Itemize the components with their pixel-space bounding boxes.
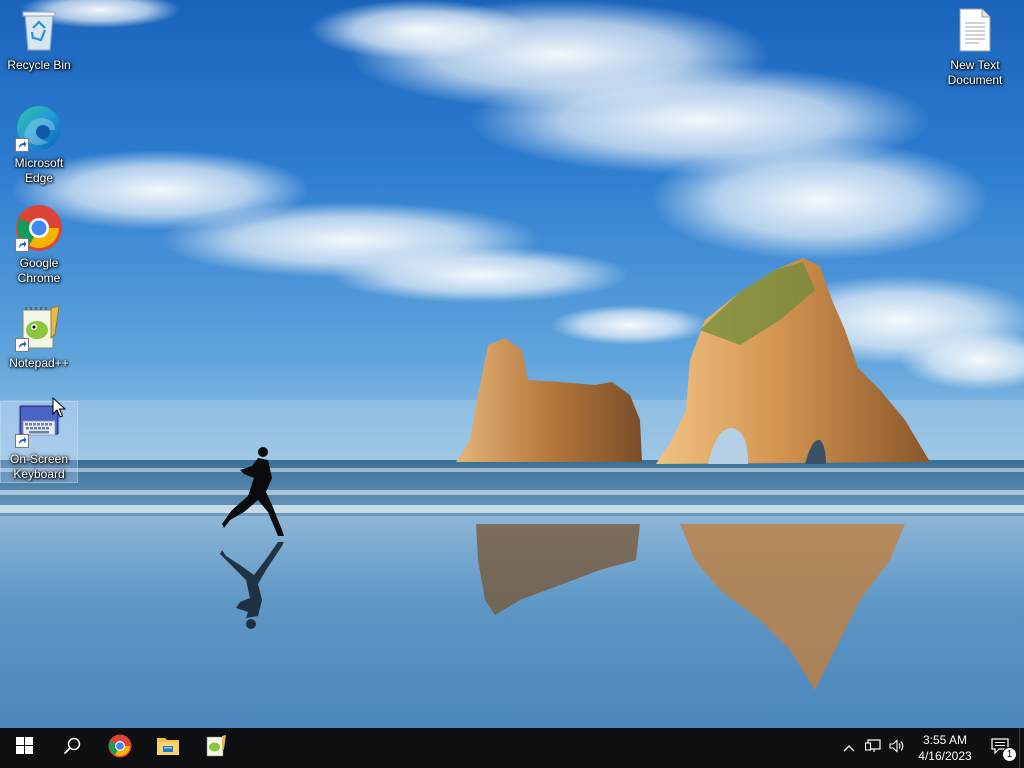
desktop-icon-label: Microsoft Edge [14, 156, 64, 185]
show-desktop-button[interactable] [1019, 728, 1024, 768]
desktop-icon-recycle-bin[interactable]: Recycle Bin [1, 6, 77, 73]
windows-logo-icon [15, 737, 33, 759]
desktop-icon-edge[interactable]: Microsoft Edge [1, 104, 77, 186]
shortcut-arrow-icon [15, 238, 29, 252]
search-icon [63, 737, 81, 760]
start-button[interactable] [0, 728, 48, 768]
chrome-icon [108, 734, 132, 763]
desktop-icon-new-text-document[interactable]: New Text Document [937, 6, 1013, 88]
desktop-icon-label: Google Chrome [17, 256, 61, 285]
notification-count-badge: 1 [1002, 747, 1017, 762]
action-center-button[interactable]: 1 [981, 728, 1019, 768]
volume-button[interactable] [885, 728, 909, 768]
shortcut-arrow-icon [15, 434, 29, 448]
text-document-icon [951, 6, 999, 54]
volume-icon [889, 738, 905, 758]
desktop-icon-label: New Text Document [947, 58, 1003, 87]
notepadpp-icon [15, 304, 63, 352]
edge-icon [15, 104, 63, 152]
shortcut-arrow-icon [15, 338, 29, 352]
network-button[interactable] [861, 728, 885, 768]
desktop-icon-chrome[interactable]: Google Chrome [1, 204, 77, 286]
taskbar: 3:55 AM 4/16/2023 1 [0, 728, 1024, 768]
taskbar-app-chrome[interactable] [96, 728, 144, 768]
chevron-up-icon [843, 739, 855, 757]
clock-time: 3:55 AM [922, 733, 968, 747]
search-button[interactable] [48, 728, 96, 768]
system-tray: 3:55 AM 4/16/2023 1 [837, 728, 1024, 768]
desktop-icon-label: Notepad++ [9, 356, 69, 370]
file-explorer-icon [156, 735, 180, 762]
network-icon [864, 738, 881, 758]
desktop-icon-notepadpp[interactable]: Notepad++ [1, 304, 77, 371]
notepadpp-icon [204, 734, 228, 763]
mouse-cursor-icon [52, 396, 67, 424]
shortcut-arrow-icon [15, 138, 29, 152]
clock-date: 4/16/2023 [918, 749, 972, 763]
recycle-bin-icon [15, 6, 63, 54]
desktop-wallpaper [0, 0, 1024, 728]
desktop-icon-label: On-Screen Keyboard [9, 452, 69, 481]
chrome-icon [15, 204, 63, 252]
taskbar-clock[interactable]: 3:55 AM 4/16/2023 [909, 728, 981, 768]
show-hidden-icons-button[interactable] [837, 728, 861, 768]
taskbar-app-notepadpp[interactable] [192, 728, 240, 768]
taskbar-app-file-explorer[interactable] [144, 728, 192, 768]
desktop-icon-label: Recycle Bin [7, 58, 71, 72]
